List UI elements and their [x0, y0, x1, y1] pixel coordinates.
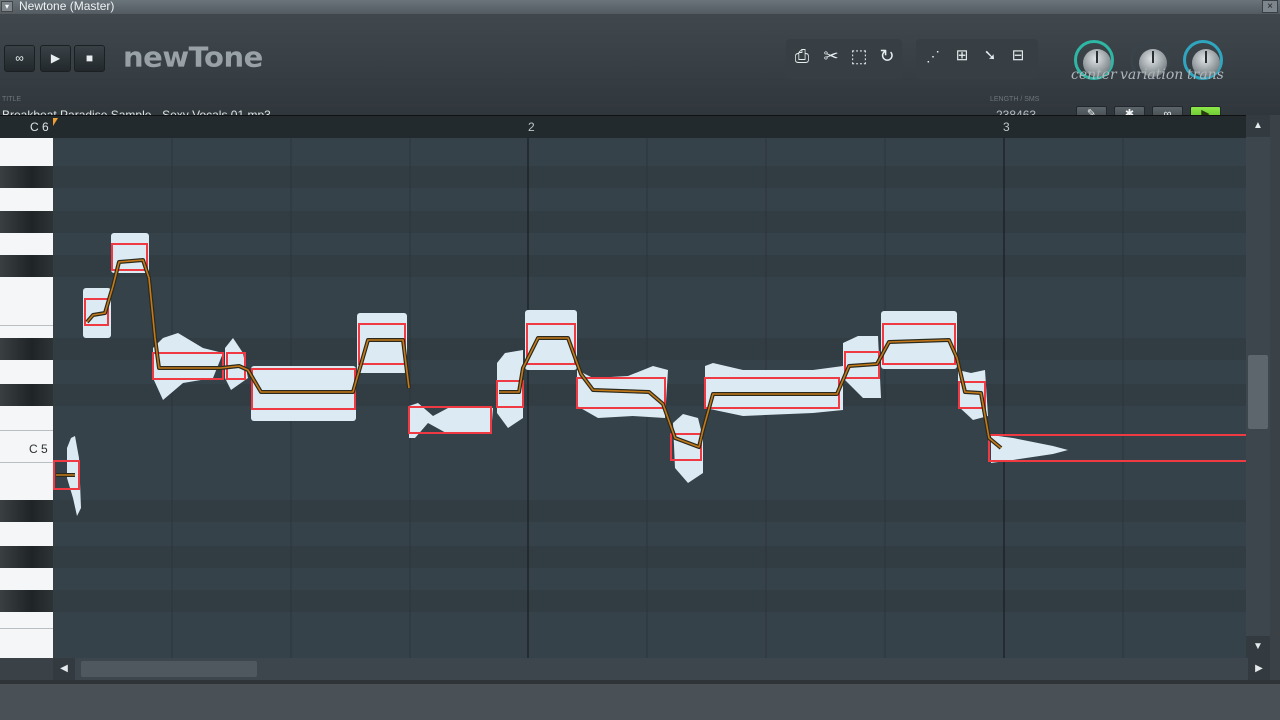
ruler-mark: 3 — [1003, 120, 1010, 134]
black-key[interactable] — [0, 384, 53, 406]
length-caption: LENGTH / SMS — [990, 96, 1040, 103]
black-key[interactable] — [0, 590, 53, 612]
add-note-icon[interactable]: ⊞ — [951, 45, 973, 67]
stop-button[interactable]: ■ — [74, 45, 105, 72]
newtone-logo: newTone — [123, 40, 263, 74]
window-titlebar: ▾ Newtone (Master) × — [0, 0, 1280, 15]
scroll-up-icon[interactable]: ▲ — [1246, 115, 1270, 137]
plugin-header: ∞ ▶ ■ newTone ⎙ ✂ ⬚ ↻ ⋰ ⊞ ➘ ⊟ center var… — [0, 14, 1280, 123]
close-button[interactable]: × — [1262, 0, 1278, 13]
pointer-icon[interactable]: ➘ — [979, 45, 1001, 67]
scroll-down-icon[interactable]: ▼ — [1246, 636, 1270, 658]
scroll-right-icon[interactable]: ▶ — [1248, 658, 1270, 680]
pitch-label-c5: C 5 — [29, 442, 48, 456]
time-ruler[interactable]: C 6 2 3 — [0, 115, 1246, 140]
horizontal-scrollbar[interactable]: ◀ ▶ — [53, 658, 1270, 680]
black-key[interactable] — [0, 255, 53, 277]
black-key[interactable] — [0, 211, 53, 233]
black-key[interactable] — [0, 338, 53, 360]
slice-icon[interactable]: ⋰ — [922, 45, 944, 67]
select-icon[interactable]: ⬚ — [848, 45, 870, 67]
host-bottom-panel — [0, 680, 1280, 720]
play-button[interactable]: ▶ — [40, 45, 71, 72]
ruler-mark: 2 — [528, 120, 535, 134]
window-menu-icon[interactable]: ▾ — [1, 1, 13, 12]
save-icon[interactable]: ⎙ — [791, 45, 813, 67]
ruler-start-label: C 6 — [30, 120, 49, 134]
vertical-scrollbar[interactable]: ▲ ▼ — [1246, 115, 1270, 658]
playhead-marker[interactable] — [53, 118, 63, 126]
tool-toolbar: ⋰ ⊞ ➘ ⊟ — [916, 39, 1038, 79]
center-label: center — [1071, 67, 1117, 83]
black-key[interactable] — [0, 500, 53, 522]
horizontal-scroll-thumb[interactable] — [81, 661, 257, 677]
split-icon[interactable]: ⊟ — [1007, 45, 1029, 67]
pitch-editor-grid[interactable] — [53, 138, 1246, 658]
window-title: Newtone (Master) — [19, 0, 115, 13]
note-editor-canvas[interactable] — [53, 138, 1246, 658]
cut-icon[interactable]: ✂ — [820, 45, 842, 67]
black-key[interactable] — [0, 166, 53, 188]
variation-label: variation — [1120, 67, 1184, 83]
title-caption: TITLE — [2, 96, 22, 103]
loop-button[interactable]: ∞ — [4, 45, 35, 72]
key-divider — [0, 430, 53, 431]
edit-toolbar: ⎙ ✂ ⬚ ↻ — [786, 39, 902, 79]
piano-keyboard[interactable]: C 5 — [0, 138, 53, 658]
reset-icon[interactable]: ↻ — [876, 45, 898, 67]
scroll-left-icon[interactable]: ◀ — [53, 658, 75, 680]
key-divider — [0, 462, 53, 463]
trans-label: trans — [1187, 67, 1224, 83]
vertical-scroll-thumb[interactable] — [1248, 355, 1268, 429]
key-divider — [0, 628, 53, 629]
key-divider — [0, 325, 53, 326]
black-key[interactable] — [0, 546, 53, 568]
